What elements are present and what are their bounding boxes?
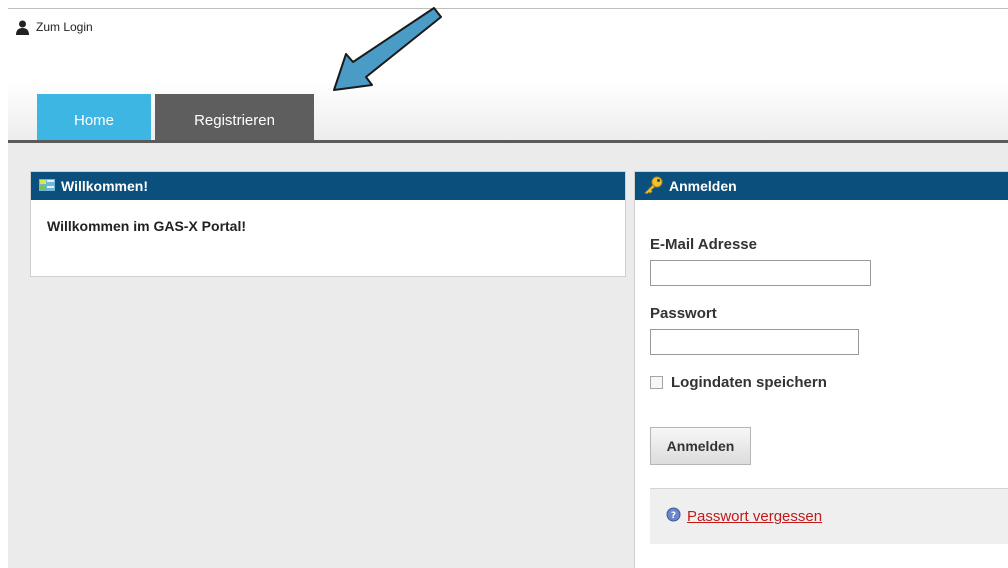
login-panel-header: Anmelden [635,172,1008,200]
annotation-arrow-icon [330,6,445,101]
welcome-icon [39,178,55,194]
forgot-password-box: ? Passwort vergessen [650,488,1008,544]
page-header: Zum Login Home Registrieren [8,8,1008,149]
tab-register-label: Registrieren [194,112,275,129]
svg-text:?: ? [671,511,676,521]
login-link-label: Zum Login [36,20,93,34]
login-button[interactable]: Anmelden [650,427,751,465]
welcome-message: Willkommen im GAS-X Portal! [47,218,247,234]
welcome-panel-header: Willkommen! [31,172,625,200]
password-label: Passwort [650,305,717,322]
key-icon [643,176,663,197]
login-panel-title: Anmelden [669,178,737,194]
remember-checkbox[interactable] [650,376,663,389]
remember-row: Logindaten speichern [650,374,827,391]
login-panel: Anmelden E-Mail Adresse Passwort Loginda… [634,171,1008,568]
login-link[interactable]: Zum Login [16,17,93,37]
welcome-panel-title: Willkommen! [61,178,148,194]
tab-home-label: Home [73,112,114,129]
remember-label: Logindaten speichern [671,374,827,391]
password-field[interactable] [650,329,859,355]
main-content: Willkommen! Willkommen im GAS-X Portal! … [8,143,1008,568]
forgot-password-link[interactable]: Passwort vergessen [687,508,822,525]
email-field[interactable] [650,260,871,286]
help-icon: ? [666,507,681,527]
email-label: E-Mail Adresse [650,236,757,253]
welcome-panel: Willkommen! Willkommen im GAS-X Portal! [30,171,626,277]
user-icon [16,20,29,35]
